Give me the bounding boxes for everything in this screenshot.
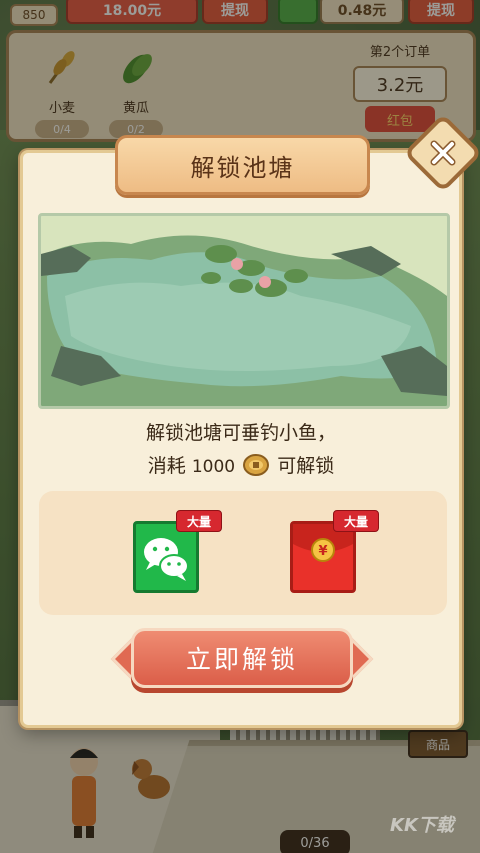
reward-box: 大量 ¥ 大量 <box>39 491 447 615</box>
unlock-button-label: 立即解锁 <box>131 628 353 688</box>
close-icon <box>430 140 456 166</box>
unlock-pond-dialog: 解锁池塘 解锁池塘可垂钓小鱼， 消耗 1000 可解锁 大量 ¥ 大量 立即解锁 <box>20 113 480 728</box>
red-envelope-icon: ¥ <box>293 524 353 562</box>
wechat-icon <box>144 538 189 581</box>
reward-tag: 大量 <box>176 510 222 532</box>
description-line-2: 消耗 1000 可解锁 <box>23 450 459 484</box>
cost-amount: 1000 <box>191 457 236 477</box>
cost-suffix: 可解锁 <box>277 455 335 477</box>
coin-icon <box>243 454 270 476</box>
dialog-title: 解锁池塘 <box>115 135 370 195</box>
dialog-description: 解锁池塘可垂钓小鱼， 消耗 1000 可解锁 <box>23 417 459 484</box>
unlock-now-button[interactable]: 立即解锁 <box>110 626 374 696</box>
reward-tag: 大量 <box>333 510 379 532</box>
pond-illustration <box>38 213 450 409</box>
description-line-1: 解锁池塘可垂钓小鱼， <box>145 422 336 444</box>
reward-red-envelope[interactable]: ¥ 大量 <box>290 510 379 593</box>
watermark: KK下载 <box>390 815 454 836</box>
svg-text:¥: ¥ <box>318 544 327 559</box>
pond-image <box>41 216 447 406</box>
cost-prefix: 消耗 <box>147 455 186 477</box>
reward-wechat[interactable]: 大量 <box>133 510 222 593</box>
